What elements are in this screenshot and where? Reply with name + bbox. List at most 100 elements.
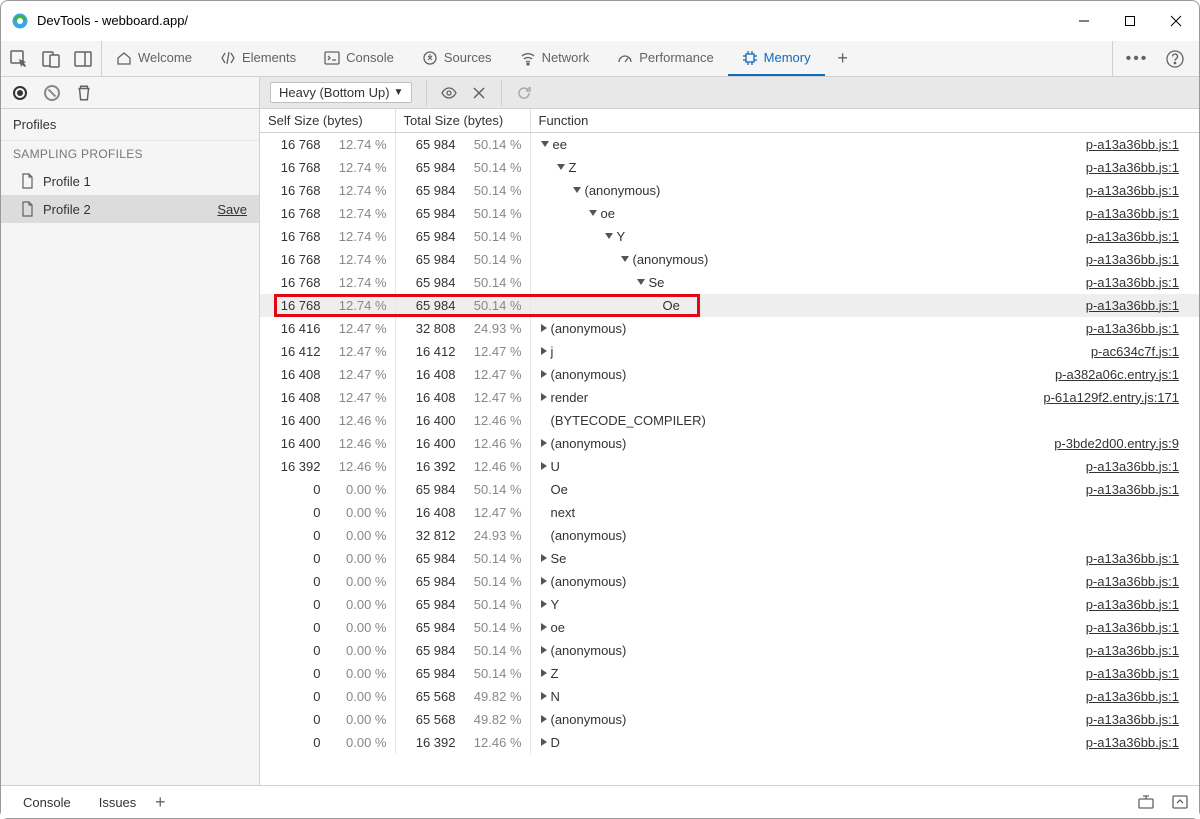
device-toggle-icon[interactable] — [41, 49, 61, 69]
tab-memory[interactable]: Memory — [728, 41, 825, 76]
table-row[interactable]: 16 40812.47 %16 40812.47 %renderp-61a129… — [260, 386, 1199, 409]
tab-elements[interactable]: Elements — [206, 41, 310, 76]
source-link[interactable]: p-a13a36bb.js:1 — [1086, 252, 1179, 267]
source-link[interactable]: p-a13a36bb.js:1 — [1086, 137, 1179, 152]
expander-open-icon[interactable] — [621, 256, 629, 262]
table-row[interactable]: 16 40812.47 %16 40812.47 %(anonymous)p-a… — [260, 363, 1199, 386]
table-row[interactable]: 00.00 %65 98450.14 %Zp-a13a36bb.js:1 — [260, 662, 1199, 685]
tab-console[interactable]: Console — [310, 41, 408, 76]
source-link[interactable]: p-a13a36bb.js:1 — [1086, 643, 1179, 658]
close-icon[interactable] — [471, 85, 487, 101]
inspect-icon[interactable] — [9, 49, 29, 69]
expand-drawer-icon[interactable] — [1171, 793, 1189, 811]
more-icon[interactable]: ••• — [1127, 49, 1147, 69]
table-row[interactable]: 16 76812.74 %65 98450.14 %oep-a13a36bb.j… — [260, 202, 1199, 225]
source-link[interactable]: p-a13a36bb.js:1 — [1086, 574, 1179, 589]
table-row[interactable]: 16 76812.74 %65 98450.14 %Zp-a13a36bb.js… — [260, 156, 1199, 179]
table-row[interactable]: 00.00 %65 56849.82 %(anonymous)p-a13a36b… — [260, 708, 1199, 731]
save-link[interactable]: Save — [217, 202, 247, 217]
eye-icon[interactable] — [441, 85, 457, 101]
add-tab-button[interactable]: + — [825, 41, 861, 76]
source-link[interactable]: p-a13a36bb.js:1 — [1086, 712, 1179, 727]
help-icon[interactable] — [1165, 49, 1185, 69]
expander-closed-icon[interactable] — [541, 393, 547, 401]
table-row[interactable]: 16 76812.74 %65 98450.14 %(anonymous)p-a… — [260, 248, 1199, 271]
table-row[interactable]: 16 39212.46 %16 39212.46 %Up-a13a36bb.js… — [260, 455, 1199, 478]
table-row[interactable]: 16 41612.47 %32 80824.93 %(anonymous)p-a… — [260, 317, 1199, 340]
close-button[interactable] — [1153, 5, 1199, 37]
source-link[interactable]: p-ac634c7f.js:1 — [1091, 344, 1179, 359]
expander-closed-icon[interactable] — [541, 738, 547, 746]
expander-open-icon[interactable] — [589, 210, 597, 216]
table-row[interactable]: 00.00 %65 98450.14 %Sep-a13a36bb.js:1 — [260, 547, 1199, 570]
table-row[interactable]: 16 40012.46 %16 40012.46 %(anonymous)p-3… — [260, 432, 1199, 455]
source-link[interactable]: p-a13a36bb.js:1 — [1086, 735, 1179, 750]
expander-closed-icon[interactable] — [541, 600, 547, 608]
expander-closed-icon[interactable] — [541, 577, 547, 585]
expander-closed-icon[interactable] — [541, 554, 547, 562]
expander-closed-icon[interactable] — [541, 623, 547, 631]
refresh-icon[interactable] — [516, 85, 532, 101]
table-row[interactable]: 00.00 %16 39212.46 %Dp-a13a36bb.js:1 — [260, 731, 1199, 754]
issues-summary-icon[interactable] — [1137, 793, 1155, 811]
expander-open-icon[interactable] — [541, 141, 549, 147]
tab-welcome[interactable]: Welcome — [102, 41, 206, 76]
view-mode-dropdown[interactable]: Heavy (Bottom Up) ▼ — [270, 82, 412, 103]
table-row[interactable]: 00.00 %65 98450.14 %(anonymous)p-a13a36b… — [260, 570, 1199, 593]
maximize-button[interactable] — [1107, 5, 1153, 37]
col-self-size[interactable]: Self Size (bytes) — [260, 109, 395, 133]
source-link[interactable]: p-a13a36bb.js:1 — [1086, 275, 1179, 290]
col-function[interactable]: Function — [530, 109, 1199, 133]
sidebar-profile-item[interactable]: Profile 1 — [1, 167, 259, 195]
tab-network[interactable]: Network — [506, 41, 604, 76]
table-row[interactable]: 00.00 %65 98450.14 %oep-a13a36bb.js:1 — [260, 616, 1199, 639]
table-row[interactable]: 00.00 %32 81224.93 %(anonymous) — [260, 524, 1199, 547]
source-link[interactable]: p-a13a36bb.js:1 — [1086, 229, 1179, 244]
expander-open-icon[interactable] — [557, 164, 565, 170]
source-link[interactable]: p-a13a36bb.js:1 — [1086, 482, 1179, 497]
add-drawer-tab[interactable]: + — [152, 794, 168, 810]
expander-closed-icon[interactable] — [541, 370, 547, 378]
table-row[interactable]: 16 40012.46 %16 40012.46 %(BYTECODE_COMP… — [260, 409, 1199, 432]
col-total-size[interactable]: Total Size (bytes) — [395, 109, 530, 133]
expander-closed-icon[interactable] — [541, 347, 547, 355]
table-row[interactable]: 16 76812.74 %65 98450.14 %Sep-a13a36bb.j… — [260, 271, 1199, 294]
drawer-tab-issues[interactable]: Issues — [87, 789, 149, 816]
source-link[interactable]: p-a382a06c.entry.js:1 — [1055, 367, 1179, 382]
table-row[interactable]: 00.00 %65 56849.82 %Np-a13a36bb.js:1 — [260, 685, 1199, 708]
expander-closed-icon[interactable] — [541, 439, 547, 447]
source-link[interactable]: p-a13a36bb.js:1 — [1086, 551, 1179, 566]
source-link[interactable]: p-a13a36bb.js:1 — [1086, 206, 1179, 221]
table-row[interactable]: 16 76812.74 %65 98450.14 %Oep-a13a36bb.j… — [260, 294, 1199, 317]
minimize-button[interactable] — [1061, 5, 1107, 37]
table-row[interactable]: 00.00 %65 98450.14 %Yp-a13a36bb.js:1 — [260, 593, 1199, 616]
table-row[interactable]: 16 76812.74 %65 98450.14 %Yp-a13a36bb.js… — [260, 225, 1199, 248]
record-button[interactable] — [11, 84, 29, 102]
source-link[interactable]: p-a13a36bb.js:1 — [1086, 160, 1179, 175]
table-row[interactable]: 00.00 %65 98450.14 %Oep-a13a36bb.js:1 — [260, 478, 1199, 501]
table-row[interactable]: 16 41212.47 %16 41212.47 %jp-ac634c7f.js… — [260, 340, 1199, 363]
expander-closed-icon[interactable] — [541, 669, 547, 677]
sidebar-profile-item[interactable]: Profile 2 Save — [1, 195, 259, 223]
expander-closed-icon[interactable] — [541, 692, 547, 700]
table-row[interactable]: 16 76812.74 %65 98450.14 %eep-a13a36bb.j… — [260, 133, 1199, 156]
drawer-tab-console[interactable]: Console — [11, 789, 83, 816]
table-row[interactable]: 00.00 %16 40812.47 %next — [260, 501, 1199, 524]
expander-open-icon[interactable] — [573, 187, 581, 193]
dock-icon[interactable] — [73, 49, 93, 69]
source-link[interactable]: p-a13a36bb.js:1 — [1086, 183, 1179, 198]
delete-button[interactable] — [75, 84, 93, 102]
source-link[interactable]: p-a13a36bb.js:1 — [1086, 597, 1179, 612]
source-link[interactable]: p-a13a36bb.js:1 — [1086, 321, 1179, 336]
source-link[interactable]: p-a13a36bb.js:1 — [1086, 620, 1179, 635]
source-link[interactable]: p-61a129f2.entry.js:171 — [1043, 390, 1179, 405]
source-link[interactable]: p-a13a36bb.js:1 — [1086, 298, 1179, 313]
source-link[interactable]: p-a13a36bb.js:1 — [1086, 459, 1179, 474]
expander-closed-icon[interactable] — [541, 646, 547, 654]
tab-sources[interactable]: Sources — [408, 41, 506, 76]
table-row[interactable]: 00.00 %65 98450.14 %(anonymous)p-a13a36b… — [260, 639, 1199, 662]
expander-closed-icon[interactable] — [541, 715, 547, 723]
expander-closed-icon[interactable] — [541, 324, 547, 332]
source-link[interactable]: p-3bde2d00.entry.js:9 — [1054, 436, 1179, 451]
source-link[interactable]: p-a13a36bb.js:1 — [1086, 666, 1179, 681]
